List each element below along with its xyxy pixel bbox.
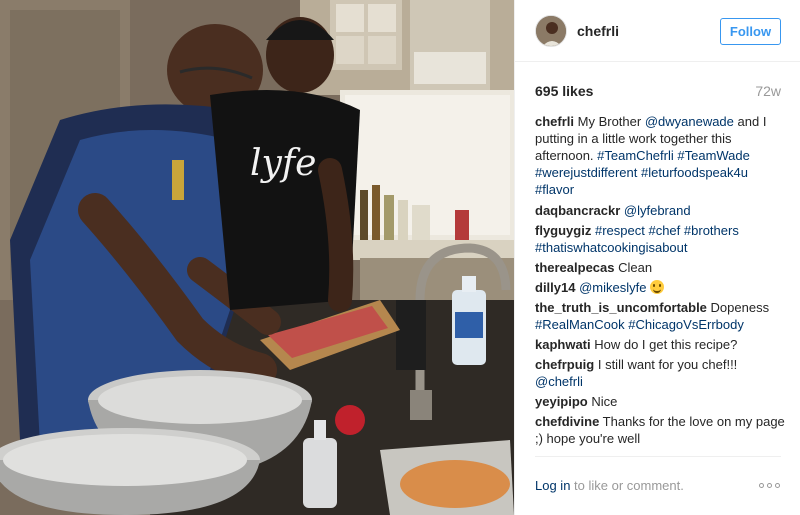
hashtag-link[interactable]: #TeamChefrli	[597, 148, 674, 163]
comment-item: dilly14 @mikeslyfe	[535, 279, 785, 296]
mention-link[interactable]: @dwyanewade	[645, 114, 734, 129]
comment-author[interactable]: therealpecas	[535, 260, 615, 275]
post-footer: Log in to like or comment.	[535, 456, 781, 515]
comment-item: flyguygiz #respect #chef #brothers #that…	[535, 222, 785, 256]
hashtag-link[interactable]: #brothers	[684, 223, 739, 238]
comment-text: Clean	[614, 260, 653, 275]
post-header: chefrli Follow	[515, 0, 800, 62]
login-prompt: Log in to like or comment.	[535, 478, 684, 493]
comment-author[interactable]: chefrpuig	[535, 357, 594, 372]
comment-text: Nice	[587, 394, 618, 409]
hashtag-link[interactable]: #ChicagoVsErrbody	[628, 317, 744, 332]
hashtag-link[interactable]: #RealManCook	[535, 317, 625, 332]
post-photo[interactable]: lyfe.	[0, 0, 514, 515]
comment-item: therealpecas Clean	[535, 259, 785, 276]
comment-item: the_truth_is_uncomfortable Dopeness #Rea…	[535, 299, 785, 333]
comment-item: kaphwati How do I get this recipe?	[535, 336, 785, 353]
comment-item: chefdivine Thanks for the love on my pag…	[535, 413, 785, 447]
comment-text: My Brother	[574, 114, 645, 129]
profile-avatar[interactable]	[535, 15, 567, 47]
hashtag-link[interactable]: #thatiswhatcookingisabout	[535, 240, 688, 255]
svg-text:lyfe.: lyfe.	[250, 143, 328, 184]
comment-item: daqbancrackr @lyfebrand	[535, 202, 785, 219]
login-prompt-text: to like or comment.	[570, 478, 684, 493]
hashtag-link[interactable]: #respect	[595, 223, 645, 238]
post-side-panel: chefrli Follow 695 likes 72w chefrli My …	[514, 0, 800, 515]
mention-link[interactable]: @mikeslyfe	[579, 280, 646, 295]
more-options-icon[interactable]	[759, 482, 781, 490]
comment-author[interactable]: yeyipipo	[535, 394, 588, 409]
cooking-photo-illustration: lyfe.	[0, 0, 514, 515]
comment-text: I still want for you chef!!!	[594, 357, 738, 372]
avatar-image	[536, 16, 566, 46]
comment-author[interactable]: flyguygiz	[535, 223, 591, 238]
hashtag-link[interactable]: #leturfoodspeak4u	[641, 165, 748, 180]
login-link[interactable]: Log in	[535, 478, 570, 493]
hashtag-link[interactable]: #werejustdifferent	[535, 165, 637, 180]
follow-button[interactable]: Follow	[720, 18, 781, 45]
mention-link[interactable]: @chefrli	[535, 374, 583, 389]
post-stats: 695 likes 72w	[535, 83, 781, 103]
hashtag-link[interactable]: #chef	[648, 223, 680, 238]
post-age[interactable]: 72w	[755, 83, 781, 99]
comment-item: chefrpuig I still want for you chef!!! @…	[535, 356, 785, 390]
comment-author[interactable]: the_truth_is_uncomfortable	[535, 300, 707, 315]
likes-count[interactable]: 695 likes	[535, 83, 593, 99]
smiley-emoji-icon	[650, 280, 665, 294]
comment-author[interactable]: kaphwati	[535, 337, 591, 352]
comment-item: yeyipipo Nice	[535, 393, 785, 410]
comment-author[interactable]: dilly14	[535, 280, 575, 295]
hashtag-link[interactable]: #TeamWade	[677, 148, 750, 163]
post-caption: chefrli My Brother @dwyanewade and I put…	[535, 113, 785, 198]
hashtag-link[interactable]: #flavor	[535, 182, 574, 197]
comment-author[interactable]: chefrli	[535, 114, 574, 129]
comment-author[interactable]: chefdivine	[535, 414, 599, 429]
comment-text: How do I get this recipe?	[590, 337, 738, 352]
comment-author[interactable]: daqbancrackr	[535, 203, 620, 218]
comment-list: chefrli My Brother @dwyanewade and I put…	[535, 113, 785, 450]
username-link[interactable]: chefrli	[577, 23, 619, 39]
comment-text: Dopeness	[706, 300, 770, 315]
mention-link[interactable]: @lyfebrand	[624, 203, 691, 218]
